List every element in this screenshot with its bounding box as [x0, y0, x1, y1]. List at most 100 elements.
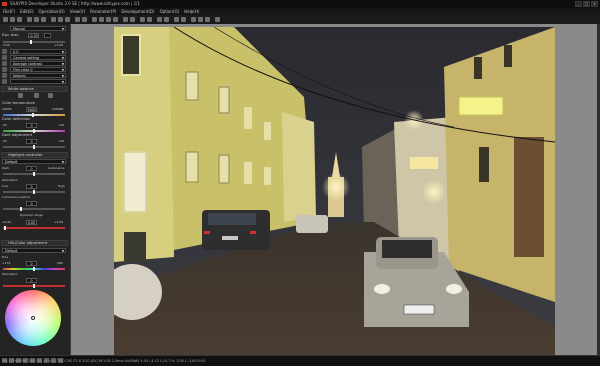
color-deflection-knob[interactable]	[33, 129, 35, 133]
exposure-spin[interactable]	[44, 33, 51, 38]
color-temp-min: 2000K	[2, 107, 12, 111]
luminance-restore-field[interactable]: 0	[26, 201, 37, 206]
exposure-slider-knob[interactable]	[30, 40, 32, 44]
status-text: P0017595.ERF 2007.03.14 19:17 ISO 250 F2…	[2, 359, 206, 363]
save-icon[interactable]	[10, 17, 15, 22]
saturation-field[interactable]: 0	[26, 184, 37, 189]
contrast-dropdown[interactable]: Average contrast ▼	[10, 61, 66, 66]
noise-icon[interactable]	[2, 79, 7, 84]
minimize-button[interactable]: _	[575, 1, 582, 7]
next-image-icon[interactable]	[130, 17, 135, 22]
hue-knob[interactable]	[33, 267, 35, 271]
dynamic-range-max: +4.00	[54, 220, 64, 224]
dynamic-range-knob[interactable]	[4, 226, 6, 230]
hue-max: -180	[56, 261, 63, 265]
exposure-max-label: +3.00	[54, 43, 64, 47]
camera-icon[interactable]	[2, 55, 7, 60]
menu-view[interactable]: View(V)	[70, 8, 85, 15]
maximize-button[interactable]: □	[583, 1, 590, 7]
color-temp-slider[interactable]	[3, 114, 65, 116]
saturation-knob[interactable]	[33, 190, 35, 194]
highlight-preset-dropdown[interactable]: Default ▼	[2, 159, 66, 164]
rotate-right-icon[interactable]	[82, 17, 87, 22]
highlight-max: Luminance	[48, 166, 65, 170]
redo-icon[interactable]	[181, 17, 186, 22]
sharpness-icon[interactable]	[2, 73, 7, 78]
menu-file[interactable]: File(F)	[3, 8, 15, 15]
contrast-icon[interactable]	[2, 61, 7, 66]
info-icon[interactable]	[205, 17, 210, 22]
color-deflection-field[interactable]: 0	[26, 123, 37, 128]
zoom-in-icon[interactable]	[51, 17, 56, 22]
noise-dropdown[interactable]: ▼	[10, 79, 66, 84]
exposure-value-field[interactable]: -0.33	[28, 33, 39, 38]
menu-operation[interactable]: Operation(O)	[39, 8, 65, 15]
color-deflection-label: Color deflection	[2, 117, 31, 121]
prev-image-icon[interactable]	[123, 17, 128, 22]
paste-param-icon[interactable]	[164, 17, 169, 22]
color-wheel[interactable]	[5, 290, 61, 346]
dynamic-range-field[interactable]: 0.00	[26, 220, 37, 225]
wb-auto-icon[interactable]	[48, 93, 53, 98]
fullscreen-icon[interactable]	[215, 17, 220, 22]
copy-param-icon[interactable]	[157, 17, 162, 22]
menu-parameter[interactable]: Parameter(P)	[90, 8, 116, 15]
saturation-max: High	[58, 184, 65, 188]
white-balance-header[interactable]: White balance	[1, 86, 68, 92]
rotate-left-icon[interactable]	[75, 17, 80, 22]
histogram-icon[interactable]	[198, 17, 203, 22]
wb-dropper-icon[interactable]	[34, 93, 39, 98]
undo-icon[interactable]	[174, 17, 179, 22]
ev-dropdown[interactable]: 0.0 ▼	[10, 49, 66, 54]
menu-option[interactable]: Option(O)	[160, 8, 180, 15]
hue-field[interactable]: 0	[26, 261, 37, 266]
color-temp-knob[interactable]	[32, 113, 34, 117]
close-button[interactable]: ×	[591, 1, 598, 7]
wb-preset-icon[interactable]	[18, 93, 23, 98]
hsl-header[interactable]: HSL/Color adjustment	[1, 240, 68, 246]
app-logo-icon	[2, 2, 7, 6]
highlight-field[interactable]: 0	[26, 166, 37, 171]
print-icon[interactable]	[17, 17, 22, 22]
highlight-header[interactable]: Highlight controller	[1, 152, 68, 158]
fit-view-icon[interactable]	[65, 17, 70, 22]
sharpness-dropdown[interactable]: Natural ▼	[10, 73, 66, 78]
menu-bar: File(F) Edit(E) Operation(O) View(V) Par…	[0, 8, 600, 15]
luminance-restore-slider[interactable]	[3, 208, 65, 210]
dark-adjust-knob[interactable]	[33, 145, 35, 149]
gray-point-icon[interactable]	[106, 17, 111, 22]
hue-min: +179	[2, 261, 11, 265]
dynamic-range-slider[interactable]	[3, 227, 65, 229]
spot-tool-icon[interactable]	[99, 17, 104, 22]
preview-image[interactable]	[114, 27, 555, 355]
hue-label: Hue	[2, 255, 9, 259]
camera-setting-dropdown[interactable]: Camera setting ▼	[10, 55, 66, 60]
crop-icon[interactable]	[92, 17, 97, 22]
preset-dropdown[interactable]: Manual ▼	[10, 26, 66, 31]
highlight-knob[interactable]	[33, 172, 35, 176]
menu-help[interactable]: Help(H)	[184, 8, 199, 15]
thumbnail-view-icon[interactable]	[34, 17, 39, 22]
menu-development[interactable]: Development(D)	[121, 8, 154, 15]
hsl-preset-dropdown[interactable]: Default ▼	[2, 248, 66, 253]
tone-icon[interactable]	[2, 49, 7, 54]
hsl-saturation-field[interactable]: 0	[26, 278, 37, 283]
hsl-saturation-knob[interactable]	[33, 284, 35, 288]
zoom-out-icon[interactable]	[58, 17, 63, 22]
color-icon[interactable]	[2, 67, 7, 72]
batch-develop-icon[interactable]	[147, 17, 152, 22]
dark-adjust-field[interactable]: 0	[26, 139, 37, 144]
eyedropper-icon[interactable]	[113, 17, 118, 22]
open-folder-icon[interactable]	[3, 17, 8, 22]
grid-icon[interactable]	[191, 17, 196, 22]
color-wheel-cursor[interactable]	[31, 316, 35, 320]
luminance-restore-knob[interactable]	[20, 207, 22, 211]
film-color-dropdown[interactable]: Film color 0 ▼	[10, 67, 66, 72]
develop-icon[interactable]	[140, 17, 145, 22]
color-temp-field[interactable]: 5000	[26, 107, 37, 112]
compare-view-icon[interactable]	[41, 17, 46, 22]
single-view-icon[interactable]	[27, 17, 32, 22]
dark-adjust-label: Dark adjustment	[2, 133, 33, 137]
street-photo-svg	[114, 27, 555, 355]
menu-edit[interactable]: Edit(E)	[20, 8, 33, 15]
